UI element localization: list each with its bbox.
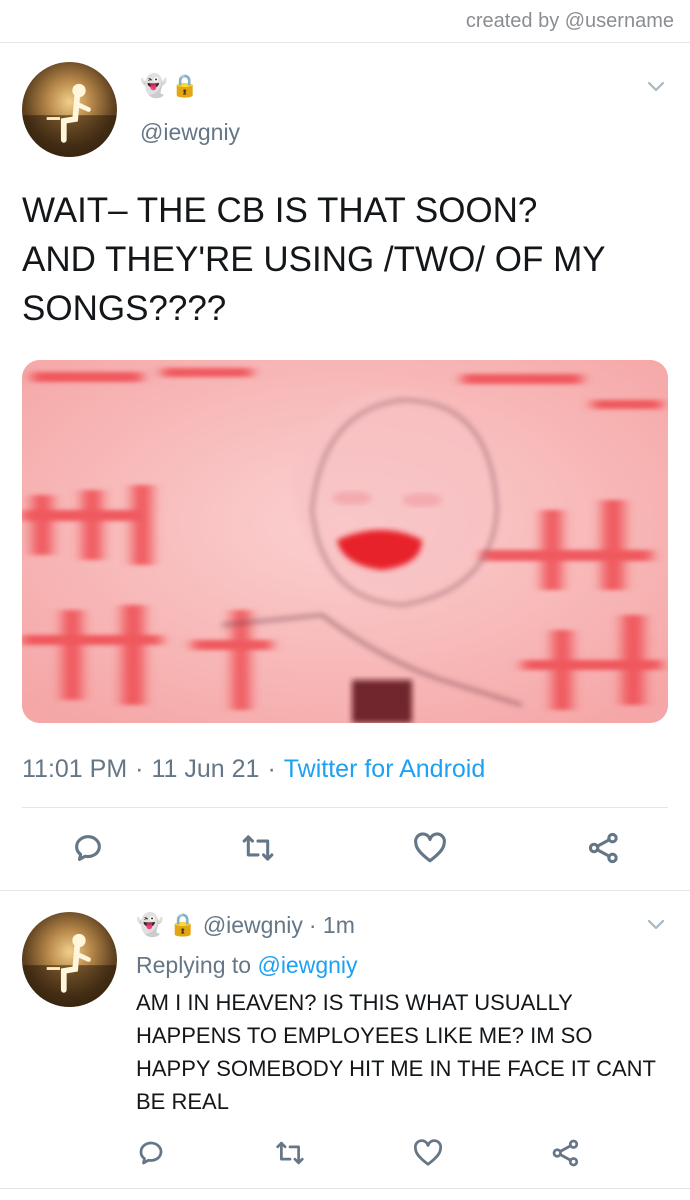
retweet-icon — [276, 1141, 304, 1165]
share-button[interactable] — [584, 828, 624, 868]
reply-button[interactable] — [68, 828, 108, 868]
tweet-meta: 11:01 PM · 11 Jun 21 · Twitter for Andro… — [22, 755, 485, 784]
like-icon — [414, 832, 446, 863]
tweet-date: 11 Jun 21 — [151, 755, 260, 783]
avatar[interactable] — [22, 912, 117, 1007]
ghost-emoji-icon: 👻 — [140, 74, 168, 99]
reply-header: 👻 🔒 @iewgniy · 1m — [136, 912, 355, 939]
tweet-handle[interactable]: @iewgniy — [140, 119, 240, 146]
reply-icon — [139, 1141, 163, 1165]
tweet-text: WAIT– THE CB IS THAT SOON? AND THEY'RE U… — [22, 191, 605, 328]
avatar[interactable] — [22, 62, 117, 157]
lock-emoji-icon: 🔒 — [171, 74, 199, 99]
chevron-down-icon[interactable] — [646, 918, 666, 932]
chevron-down-icon[interactable] — [646, 80, 666, 94]
divider — [22, 807, 668, 808]
tweet-media-image[interactable] — [22, 360, 668, 723]
divider — [0, 890, 690, 891]
tweet-source-link[interactable]: Twitter for Android — [284, 755, 485, 784]
reply-button[interactable] — [133, 1135, 169, 1171]
share-icon — [552, 1139, 579, 1167]
like-button[interactable] — [410, 1135, 446, 1171]
divider — [0, 42, 690, 43]
meta-separator: · — [135, 755, 144, 783]
divider — [0, 1188, 690, 1189]
tweet-time: 11:01 PM — [22, 755, 128, 783]
reply-icon — [75, 835, 101, 861]
meta-separator: · — [267, 755, 276, 783]
share-icon — [588, 832, 618, 864]
meme-image — [22, 360, 668, 723]
reply-text: AM I IN HEAVEN? IS THIS WHAT USUALLY HAP… — [136, 990, 656, 1114]
share-button[interactable] — [548, 1135, 584, 1171]
avatar-figure-image — [22, 933, 117, 1007]
retweet-button[interactable] — [272, 1135, 308, 1171]
ghost-emoji-icon: 👻 — [136, 912, 164, 938]
replying-to-handle-link[interactable]: @iewgniy — [257, 952, 357, 978]
avatar-figure-image — [22, 83, 117, 157]
replying-to: Replying to @iewgniy — [136, 952, 358, 979]
credit-text: created by @username — [465, 10, 674, 32]
like-icon — [413, 1139, 443, 1166]
reply-age: · 1m — [308, 912, 355, 938]
reply-handle[interactable]: @iewgniy — [203, 912, 303, 939]
retweet-icon — [242, 835, 274, 861]
lock-emoji-icon: 🔒 — [169, 912, 197, 938]
like-button[interactable] — [410, 828, 450, 868]
retweet-button[interactable] — [238, 828, 278, 868]
handle-emojis: 👻 🔒 — [140, 76, 199, 98]
replying-to-label: Replying to — [136, 952, 258, 978]
